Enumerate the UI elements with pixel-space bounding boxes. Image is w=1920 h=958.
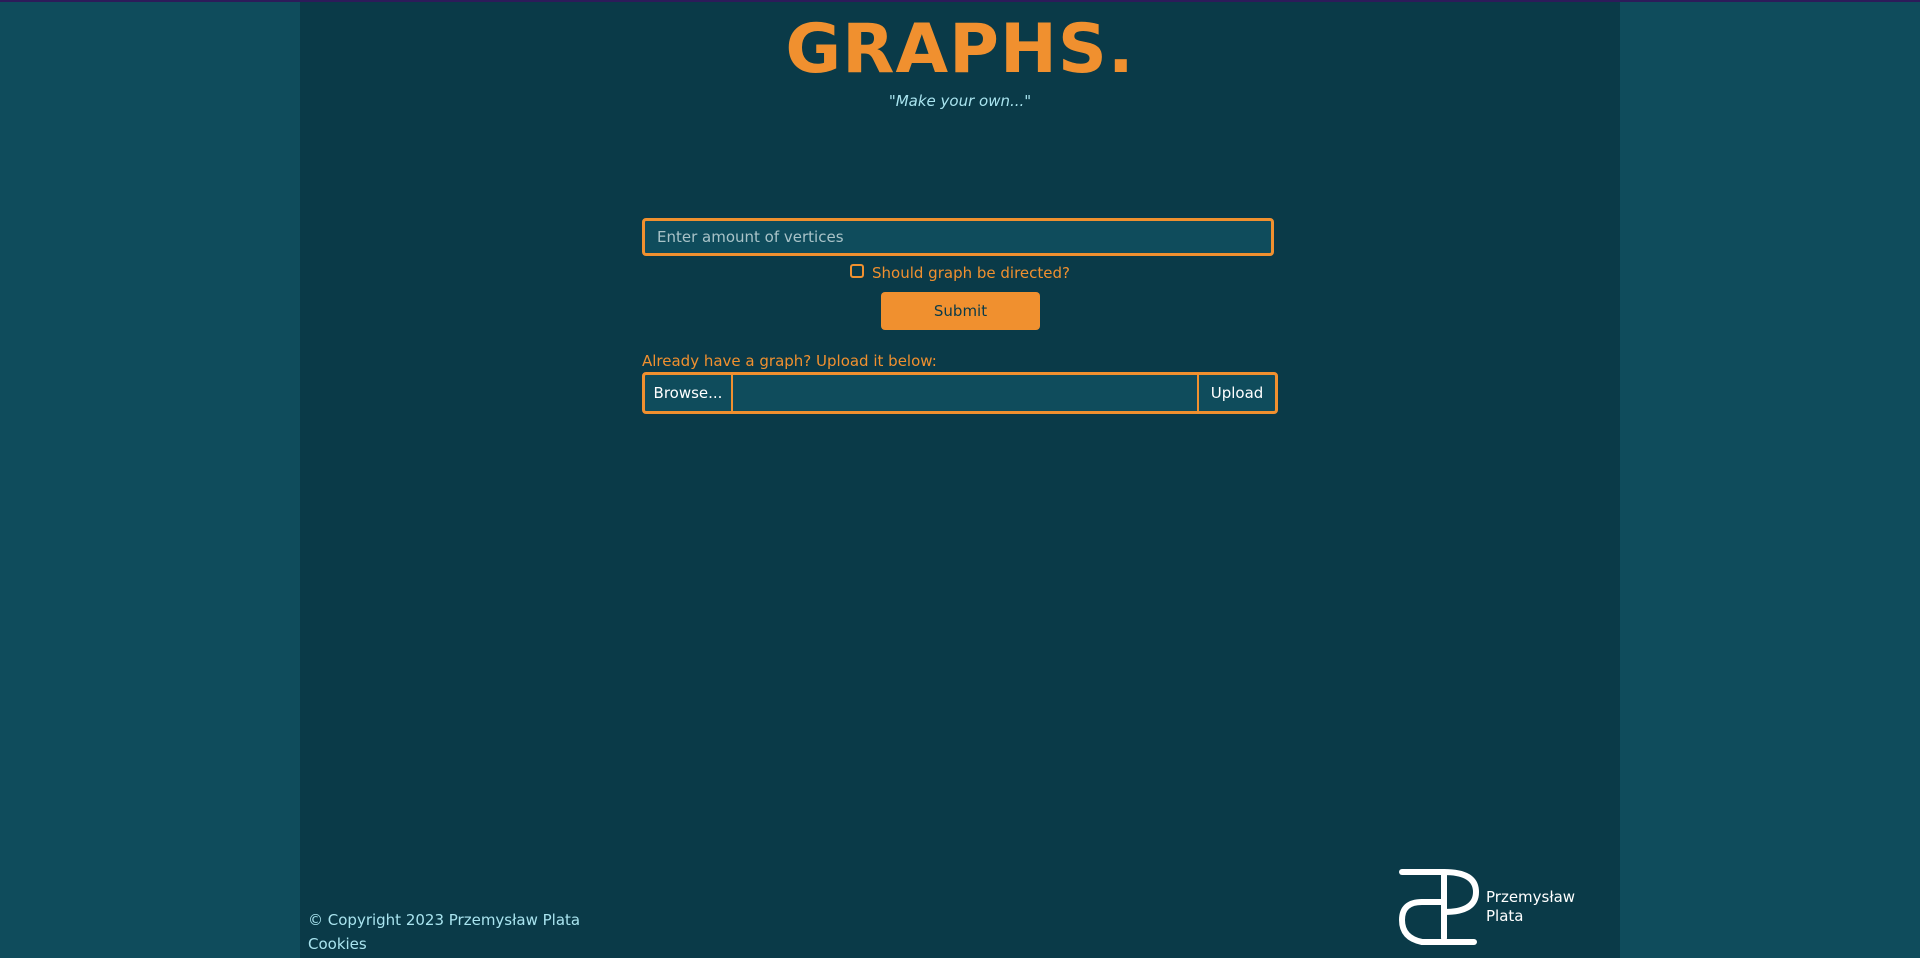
file-name-field[interactable] [733,375,1199,411]
submit-button[interactable]: Submit [881,292,1040,330]
directed-label: Should graph be directed? [872,264,1070,282]
page-title: GRAPHS. [785,10,1135,89]
browse-button[interactable]: Browse... [645,375,733,411]
cookies-link[interactable]: Cookies [308,932,580,956]
copyright-text: © Copyright 2023 Przemysław Plata [308,911,581,929]
footer: © Copyright 2023 Przemysław Plata Cookie… [308,908,580,956]
logo-text: Przemysław Plata [1486,888,1575,926]
logo-line-2: Plata [1486,907,1524,925]
author-logo[interactable]: Przemysław Plata [1398,868,1575,946]
page-subtitle: "Make your own..." [888,92,1032,110]
upload-button[interactable]: Upload [1199,375,1275,411]
vertices-input[interactable] [642,218,1274,256]
directed-checkbox[interactable] [850,264,865,278]
logo-line-1: Przemysław [1486,888,1576,906]
file-upload-group: Browse... Upload [642,372,1278,414]
logo-mark-icon [1398,869,1480,945]
main-content: GRAPHS. "Make your own..." Should graph … [300,2,1620,958]
upload-prompt: Already have a graph? Upload it below: [642,352,937,370]
directed-option[interactable]: Should graph be directed? [300,264,1620,282]
